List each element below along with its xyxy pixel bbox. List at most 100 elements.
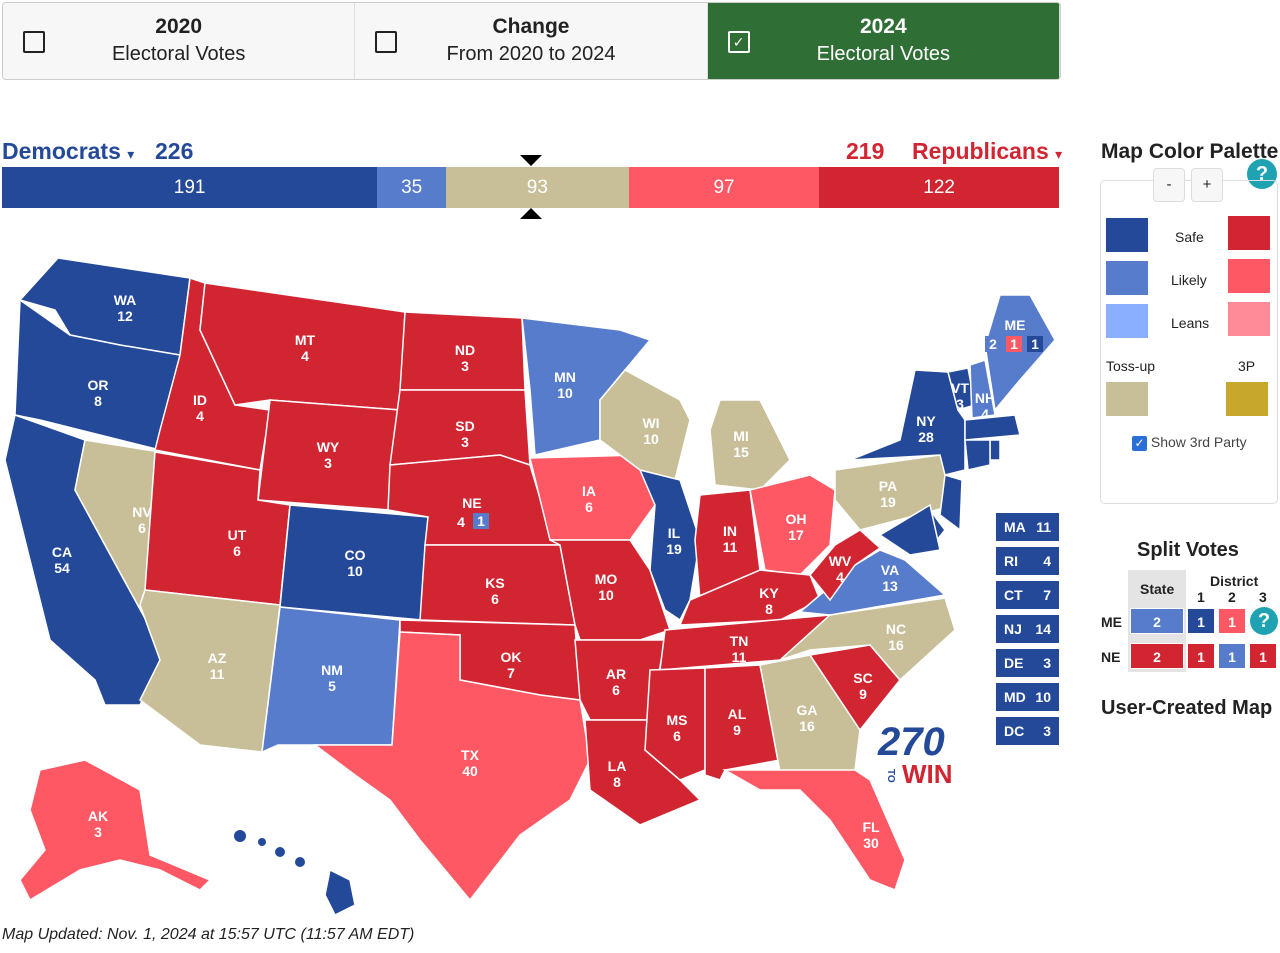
- state-ak[interactable]: [19, 759, 212, 902]
- state-label: 3: [94, 824, 102, 840]
- hawaii-island[interactable]: [295, 857, 305, 867]
- state-label: 16: [799, 718, 815, 734]
- state-label: NY: [916, 413, 936, 429]
- ev: 7: [1043, 587, 1051, 603]
- ev: 14: [1035, 621, 1051, 637]
- ne-d3-cell[interactable]: 1: [1249, 643, 1277, 669]
- swatch-leans-r[interactable]: [1228, 302, 1270, 336]
- small-state-ct[interactable]: CT 7: [996, 581, 1059, 609]
- label-tossup: Toss-up: [1106, 358, 1156, 374]
- state-label: MS: [667, 712, 688, 728]
- state-label: 3: [461, 434, 469, 450]
- state-nj[interactable]: [939, 474, 963, 532]
- abbr: RI: [1004, 553, 1018, 569]
- abbr: DE: [1004, 655, 1024, 671]
- me-state-cell[interactable]: 2: [1130, 608, 1184, 634]
- label-3p: 3P: [1238, 358, 1256, 374]
- state-label: PA: [879, 478, 897, 494]
- swatch-tossup[interactable]: [1106, 382, 1148, 416]
- state-label: NC: [886, 621, 906, 637]
- swatch-safe-r[interactable]: [1228, 216, 1270, 250]
- state-label: 12: [117, 308, 133, 324]
- zoom-out-button[interactable]: -: [1153, 168, 1185, 202]
- state-label: 6: [138, 520, 146, 536]
- state-label: MO: [595, 571, 618, 587]
- ne-d2-cell[interactable]: 1: [1218, 643, 1246, 669]
- state-label: KS: [485, 575, 504, 591]
- small-state-md[interactable]: MD 10: [996, 683, 1059, 711]
- swatch-safe-d[interactable]: [1106, 218, 1148, 252]
- abbr: DC: [1004, 723, 1025, 739]
- swatch-likely-d[interactable]: [1106, 261, 1148, 295]
- state-label: ND: [455, 342, 475, 358]
- state-label: AR: [606, 666, 626, 682]
- state-label: AZ: [208, 650, 227, 666]
- state-label: 6: [491, 591, 499, 607]
- state-label: 10: [347, 563, 363, 579]
- state-label: WY: [317, 439, 340, 455]
- state-hi[interactable]: [324, 868, 356, 917]
- small-state-nj[interactable]: NJ 14: [996, 615, 1059, 643]
- state-label: NE: [462, 495, 481, 511]
- state-label: WV: [829, 553, 852, 569]
- ne-d1-cell[interactable]: 1: [1187, 643, 1215, 669]
- small-state-dc[interactable]: DC 3: [996, 717, 1059, 745]
- state-me[interactable]: [984, 294, 1056, 412]
- zoom-in-button[interactable]: +: [1191, 168, 1223, 202]
- state-label: NV: [132, 504, 152, 520]
- district-label: 1: [1031, 336, 1039, 352]
- state-label: IA: [582, 483, 596, 499]
- state-label: VT: [951, 380, 969, 396]
- swatch-likely-r[interactable]: [1228, 259, 1270, 293]
- state-label: VA: [881, 562, 899, 578]
- state-label: GA: [797, 702, 818, 718]
- me-d2-cell[interactable]: 1: [1218, 608, 1246, 634]
- state-ct[interactable]: [964, 439, 991, 471]
- state-mi[interactable]: [709, 399, 791, 491]
- state-ma[interactable]: [964, 414, 1021, 441]
- small-state-ri[interactable]: RI 4: [996, 547, 1059, 575]
- state-label: TX: [461, 747, 480, 763]
- district-label: 1: [1010, 336, 1018, 352]
- state-label: SD: [455, 418, 474, 434]
- state-label: 9: [733, 722, 741, 738]
- state-label: OR: [88, 377, 109, 393]
- state-label: IL: [668, 525, 681, 541]
- state-label: WI: [642, 415, 659, 431]
- state-label: 10: [557, 385, 573, 401]
- state-label: 6: [673, 728, 681, 744]
- ne-state-cell[interactable]: 2: [1130, 643, 1184, 669]
- state-label: 17: [788, 527, 804, 543]
- state-label: 8: [765, 601, 773, 617]
- user-created-map-title: User-Created Map: [1101, 697, 1273, 719]
- hawaii-island[interactable]: [258, 838, 266, 846]
- state-label: 19: [880, 494, 896, 510]
- small-state-de[interactable]: DE 3: [996, 649, 1059, 677]
- me-d1-cell[interactable]: 1: [1187, 608, 1215, 634]
- state-label: 8: [94, 393, 102, 409]
- state-label: 30: [863, 835, 879, 851]
- state-label: 19: [666, 541, 682, 557]
- state-label: 3: [956, 396, 964, 412]
- state-label: OK: [501, 649, 522, 665]
- me-label: ME: [1101, 614, 1122, 630]
- split-help-button[interactable]: ?: [1250, 607, 1278, 635]
- hawaii-island[interactable]: [234, 830, 246, 842]
- split-votes-title: Split Votes: [1137, 539, 1239, 561]
- district-3: 3: [1259, 589, 1267, 605]
- swatch-leans-d[interactable]: [1106, 304, 1148, 338]
- state-ri[interactable]: [989, 439, 1001, 461]
- state-label: OH: [786, 511, 807, 527]
- hawaii-island[interactable]: [275, 847, 285, 857]
- state-label: MN: [554, 369, 576, 385]
- state-label: AK: [88, 808, 108, 824]
- ev: 10: [1035, 689, 1051, 705]
- state-label: 4: [457, 514, 465, 530]
- state-label: TN: [730, 633, 749, 649]
- small-state-ma[interactable]: MA 11: [996, 513, 1059, 541]
- district-2: 2: [1228, 589, 1236, 605]
- state-label: SC: [853, 670, 872, 686]
- show-3rd-party-checkbox[interactable]: ✓ Show 3rd Party: [1132, 434, 1247, 451]
- swatch-3p[interactable]: [1226, 382, 1268, 416]
- state-label: 15: [733, 444, 749, 460]
